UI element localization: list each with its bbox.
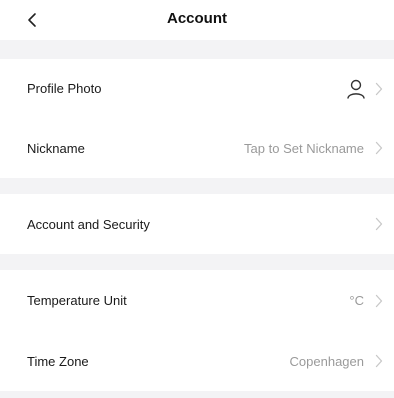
section-divider	[0, 40, 394, 59]
section-divider	[0, 254, 394, 270]
section-divider	[0, 391, 394, 398]
nickname-label: Nickname	[27, 140, 85, 156]
nickname-right: Tap to Set Nickname	[244, 141, 384, 156]
header: Account	[0, 0, 394, 40]
profile-photo-row[interactable]: Profile Photo	[0, 59, 394, 118]
chevron-right-icon	[374, 82, 384, 96]
chevron-right-icon	[374, 217, 384, 231]
temperature-unit-value: °C	[349, 293, 364, 308]
account-security-right	[374, 217, 384, 231]
time-zone-row[interactable]: Time Zone Copenhagen	[0, 331, 394, 391]
temperature-unit-right: °C	[349, 293, 384, 308]
account-security-label: Account and Security	[27, 216, 150, 232]
chevron-right-icon	[374, 141, 384, 155]
nickname-value: Tap to Set Nickname	[244, 140, 364, 156]
account-screen: Account Profile Photo Nickname Tap to Se…	[0, 0, 394, 398]
user-icon	[344, 77, 368, 101]
chevron-right-icon	[374, 354, 384, 368]
page-title: Account	[167, 10, 227, 27]
profile-photo-right	[344, 77, 384, 101]
temperature-unit-label: Temperature Unit	[27, 293, 127, 308]
account-security-row[interactable]: Account and Security	[0, 194, 394, 254]
time-zone-right: Copenhagen	[290, 354, 384, 369]
section-divider	[0, 178, 394, 194]
nickname-row[interactable]: Nickname Tap to Set Nickname	[0, 118, 394, 178]
time-zone-label: Time Zone	[27, 353, 89, 369]
temperature-unit-row[interactable]: Temperature Unit °C	[0, 270, 394, 331]
time-zone-value: Copenhagen	[289, 353, 364, 369]
chevron-right-icon	[374, 294, 384, 308]
profile-photo-label: Profile Photo	[27, 81, 102, 96]
